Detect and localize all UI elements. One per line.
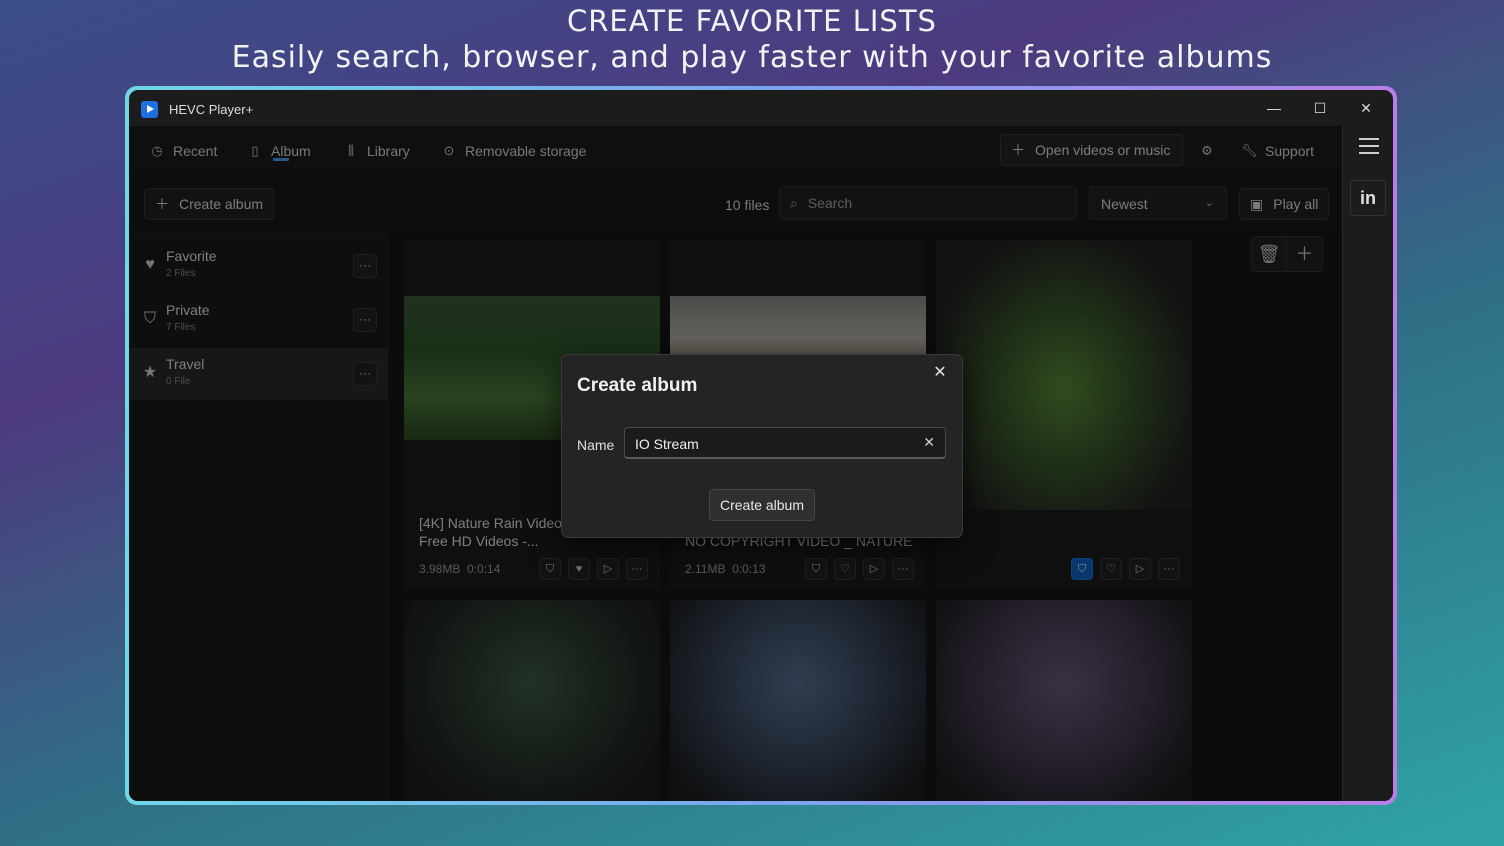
- maximize-button[interactable]: ☐: [1305, 96, 1335, 120]
- album-name-input[interactable]: IO Stream ✕: [624, 427, 946, 459]
- app-window: HEVC Player+ — ☐ ✕ ◷ Recent ▯ Album ⫼ Li…: [129, 90, 1393, 801]
- album-name-value: IO Stream: [635, 436, 699, 452]
- dialog-title: Create album: [577, 375, 698, 396]
- promo-subtitle: Easily search, browser, and play faster …: [231, 40, 1273, 75]
- promo-title: CREATE FAVORITE LISTS: [567, 4, 937, 38]
- app-title: HEVC Player+: [169, 102, 254, 117]
- linkedin-icon[interactable]: in: [1350, 180, 1386, 216]
- create-album-dialog: Create album ✕ Name IO Stream ✕ Create a…: [561, 354, 963, 538]
- name-label: Name: [577, 437, 615, 453]
- menu-icon[interactable]: [1359, 138, 1379, 154]
- close-icon[interactable]: ✕: [928, 361, 952, 385]
- close-window-button[interactable]: ✕: [1351, 96, 1381, 120]
- clear-icon[interactable]: ✕: [923, 434, 935, 451]
- dialog-create-button[interactable]: Create album: [709, 489, 815, 521]
- minimize-button[interactable]: —: [1259, 96, 1289, 120]
- title-bar: HEVC Player+ — ☐ ✕: [129, 90, 1393, 126]
- app-window-frame: HEVC Player+ — ☐ ✕ ◷ Recent ▯ Album ⫼ Li…: [125, 86, 1397, 805]
- right-rail: in: [1342, 126, 1393, 801]
- app-logo-icon: [141, 101, 158, 118]
